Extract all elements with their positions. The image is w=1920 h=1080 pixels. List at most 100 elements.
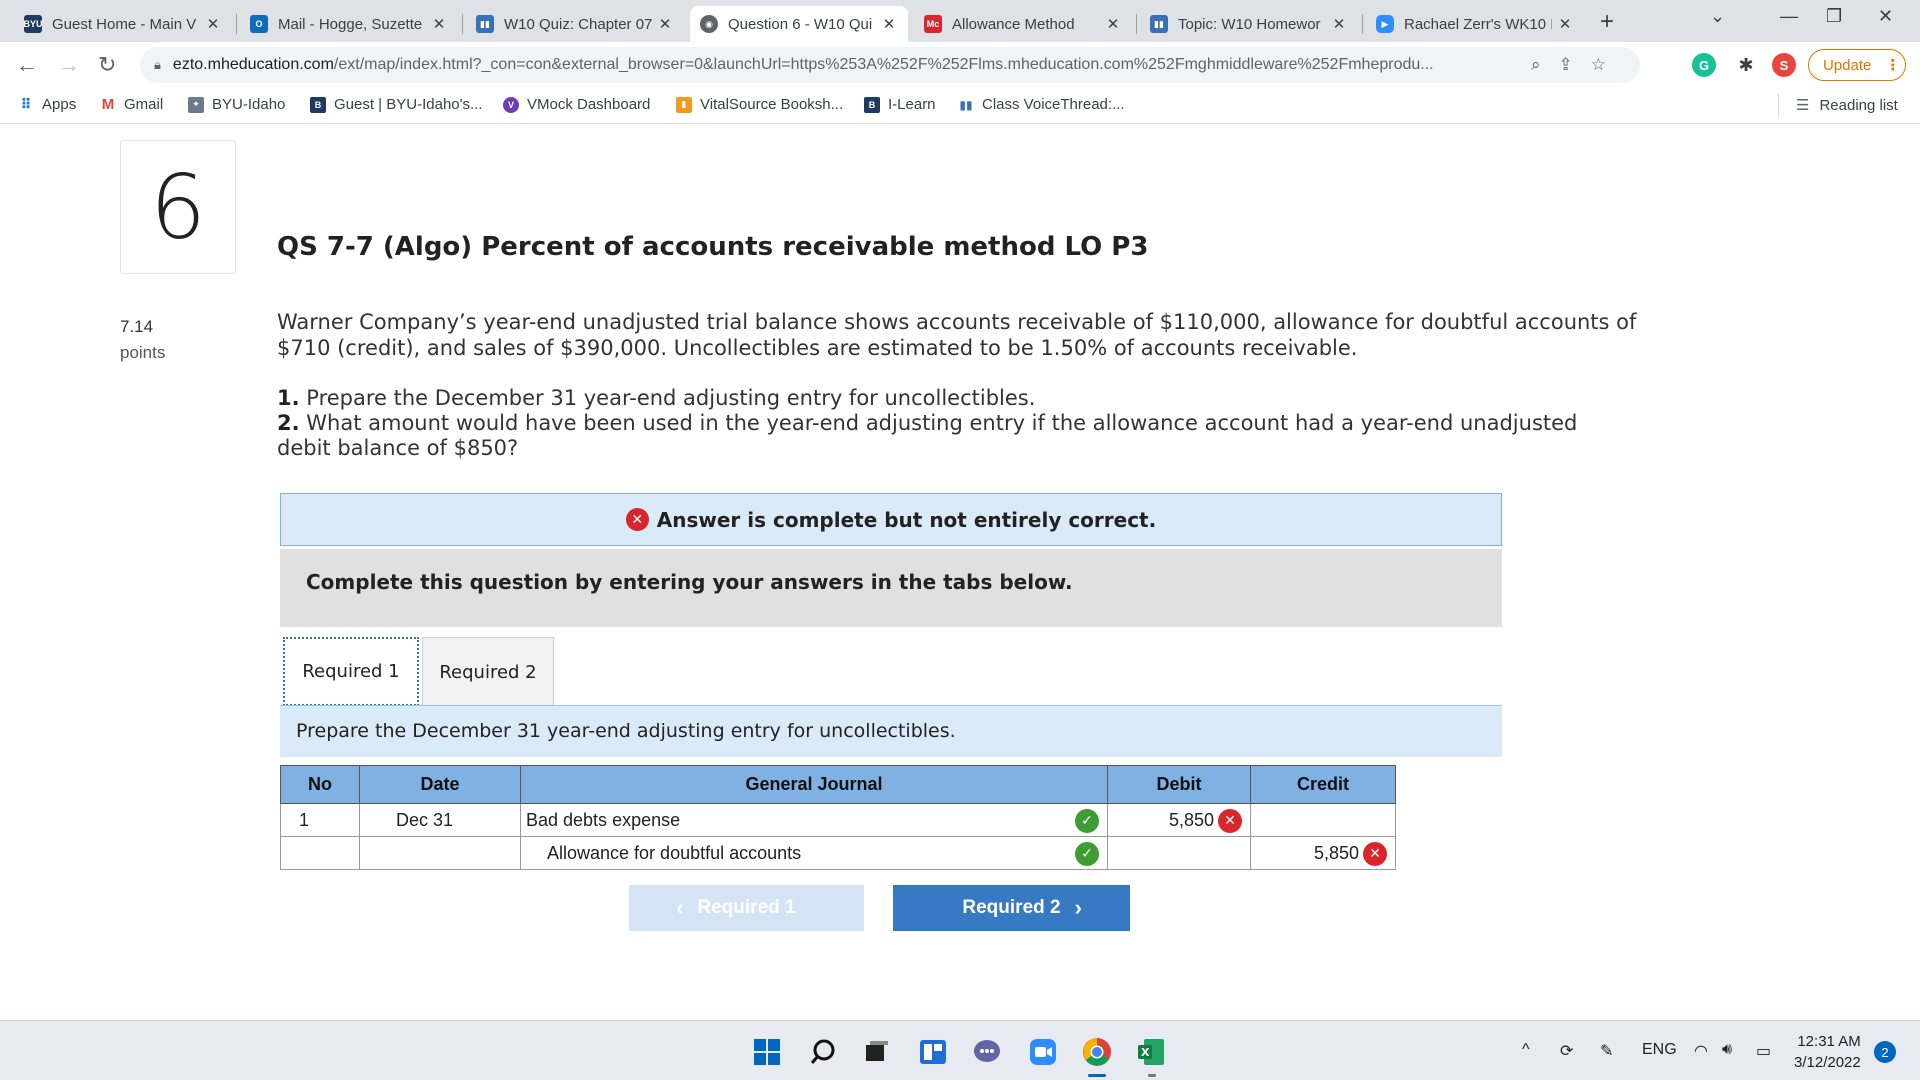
grammarly-icon[interactable]: G: [1692, 53, 1716, 77]
close-tab-icon[interactable]: ✕: [1330, 15, 1348, 33]
windows-start-icon[interactable]: [752, 1037, 782, 1067]
close-tab-icon[interactable]: ✕: [1104, 15, 1122, 33]
apps-grid-icon: ⠿: [20, 96, 32, 112]
voicethread-icon: ▮▮: [959, 97, 973, 112]
bookmark-byu-idaho[interactable]: ✦ BYU-Idaho: [188, 96, 285, 113]
debit-field[interactable]: [1107, 836, 1251, 870]
entry-date-field[interactable]: Dec 31: [359, 803, 521, 837]
browser-tab-active[interactable]: ◉ Question 6 - W10 Qui ✕: [690, 6, 908, 42]
system-clock[interactable]: 12:31 AM 3/12/2022: [1794, 1031, 1861, 1073]
browser-tab[interactable]: ▮▮ W10 Quiz: Chapter 07 ✕: [466, 6, 684, 42]
minimize-icon[interactable]: —: [1780, 6, 1798, 27]
close-window-icon[interactable]: ✕: [1878, 6, 1893, 27]
browser-toolbar: ← → ↻ 🔒︎ ezto.mheducation.com/ext/map/in…: [0, 42, 1920, 88]
profile-avatar[interactable]: S: [1772, 53, 1796, 77]
divider: [1778, 94, 1779, 118]
battery-icon[interactable]: ▭: [1756, 1041, 1771, 1061]
bookmark-vitalsource[interactable]: ▮ VitalSource Booksh...: [676, 96, 843, 113]
chrome-icon[interactable]: [1082, 1037, 1112, 1067]
tab-search-icon[interactable]: ⌄: [1710, 6, 1725, 27]
pen-icon[interactable]: ✎: [1600, 1041, 1613, 1061]
omnibox-actions[interactable]: ⌕⇪☆: [1531, 55, 1624, 75]
debit-field[interactable]: 5,850 ✕: [1107, 803, 1251, 837]
volume-icon[interactable]: 🔊︎: [1722, 1041, 1732, 1059]
running-indicator: [1088, 1074, 1106, 1077]
points-value: 7.14 points: [120, 317, 166, 362]
table-row: 1 Dec 31 Bad debts expense ✓ 5,850 ✕: [280, 803, 1396, 837]
tab-required-1[interactable]: Required 1: [283, 637, 419, 706]
tab-required-2[interactable]: Required 2: [422, 637, 554, 706]
close-tab-icon[interactable]: ✕: [1556, 15, 1574, 33]
correct-check-icon: ✓: [1075, 809, 1099, 833]
prev-required-button[interactable]: ‹Required 1›: [629, 885, 864, 931]
tab-prompt: Prepare the December 31 year-end adjusti…: [280, 706, 1502, 757]
incorrect-icon: ✕: [1363, 842, 1387, 866]
teams-chat-icon[interactable]: [972, 1037, 1002, 1067]
excel-icon[interactable]: X: [1136, 1037, 1166, 1067]
back-arrow-icon[interactable]: ←: [16, 52, 38, 78]
bookmarks-bar: ⠿ Apps M Gmail ✦ BYU-Idaho B Guest | BYU-Ida…: [0, 88, 1920, 124]
chevron-up-icon[interactable]: ^: [1522, 1041, 1530, 1059]
entry-date-field[interactable]: [359, 836, 521, 870]
voicethread-icon: ▮▮: [1150, 15, 1168, 33]
running-indicator: [1148, 1074, 1156, 1077]
sync-icon[interactable]: ⟳: [1560, 1041, 1573, 1061]
byu-icon: B: [310, 96, 326, 113]
notification-badge[interactable]: 2: [1874, 1041, 1896, 1063]
question-requirements: 1. Prepare the December 31 year-end adju…: [277, 386, 1578, 460]
browser-tab[interactable]: O Mail - Hogge, Suzette ✕: [240, 6, 458, 42]
bookmark-guest-byu[interactable]: B Guest | BYU-Idaho's...: [310, 96, 483, 113]
wifi-icon[interactable]: ◠: [1694, 1041, 1708, 1061]
bookmark-voicethread[interactable]: ▮▮ Class VoiceThread:...: [958, 96, 1124, 113]
svg-text:X: X: [1141, 1046, 1150, 1059]
more-vert-icon: ⋮: [1885, 57, 1901, 74]
entry-number: [280, 836, 360, 870]
browser-tab[interactable]: ▮▮ Topic: W10 Homewor ✕: [1140, 6, 1358, 42]
update-button[interactable]: Update ⋮: [1808, 49, 1906, 81]
search-icon[interactable]: [808, 1037, 838, 1067]
account-field[interactable]: Allowance for doubtful accounts ✓: [520, 836, 1108, 870]
vitalsource-icon: ▮: [676, 96, 692, 113]
browser-tab[interactable]: Mc Allowance Method ✕: [914, 6, 1132, 42]
bookmark-apps[interactable]: ⠿ Apps: [18, 96, 77, 113]
reload-icon[interactable]: ↻: [98, 52, 116, 78]
question-number: 6: [120, 140, 236, 274]
widgets-icon[interactable]: [918, 1037, 948, 1067]
journal-table: No Date General Journal Debit Credit 1 D…: [280, 765, 1396, 870]
close-tab-icon[interactable]: ✕: [430, 15, 448, 33]
byu-icon: BYU: [24, 15, 43, 33]
credit-field[interactable]: [1250, 803, 1396, 837]
table-row: Allowance for doubtful accounts ✓ 5,850 ✕: [280, 836, 1396, 870]
byu-icon: B: [864, 96, 880, 113]
close-tab-icon[interactable]: ✕: [656, 15, 674, 33]
extensions-puzzle-icon[interactable]: ✱: [1734, 53, 1758, 77]
bookmark-i-learn[interactable]: B I-Learn: [864, 96, 936, 113]
table-header-row: No Date General Journal Debit Credit: [280, 765, 1396, 804]
globe-icon: ◉: [700, 15, 718, 33]
next-required-button[interactable]: ‹Required 2›: [893, 885, 1130, 931]
voicethread-icon: ▮▮: [476, 15, 494, 33]
restore-icon[interactable]: ❐: [1826, 6, 1842, 27]
incorrect-icon: ✕: [625, 508, 649, 531]
language-indicator[interactable]: ENG: [1642, 1041, 1677, 1059]
bookmark-vmock[interactable]: V VMock Dashboard: [503, 96, 650, 113]
reading-list-button[interactable]: ☰ Reading list: [1780, 96, 1898, 115]
forward-arrow-icon[interactable]: →: [58, 52, 80, 78]
close-tab-icon[interactable]: ✕: [880, 15, 898, 33]
reading-list-icon: ☰: [1796, 97, 1810, 114]
address-bar[interactable]: 🔒︎ ezto.mheducation.com/ext/map/index.ht…: [140, 47, 1640, 83]
vmock-icon: V: [503, 96, 519, 113]
bookmark-gmail[interactable]: M Gmail: [100, 96, 163, 113]
browser-tab[interactable]: BYU Guest Home - Main V ✕: [14, 6, 232, 42]
correct-check-icon: ✓: [1075, 842, 1099, 866]
new-tab-button[interactable]: +: [1600, 8, 1614, 36]
credit-field[interactable]: 5,850 ✕: [1250, 836, 1396, 870]
task-view-icon[interactable]: [862, 1037, 892, 1067]
account-field[interactable]: Bad debts expense ✓: [520, 803, 1108, 837]
answer-status-banner: ✕ Answer is complete but not entirely co…: [280, 493, 1502, 546]
browser-tab[interactable]: ▶ Rachael Zerr's WK10 I ✕: [1366, 6, 1584, 42]
browser-tab-strip: BYU Guest Home - Main V ✕ O Mail - Hogge…: [0, 0, 1920, 42]
windows-taskbar: X ^ ⟳ ✎ ENG ◠ 🔊︎ ▭ 12:31 AM 3/12/2022 2: [0, 1020, 1920, 1080]
zoom-app-icon[interactable]: [1028, 1037, 1058, 1067]
close-tab-icon[interactable]: ✕: [204, 15, 222, 33]
